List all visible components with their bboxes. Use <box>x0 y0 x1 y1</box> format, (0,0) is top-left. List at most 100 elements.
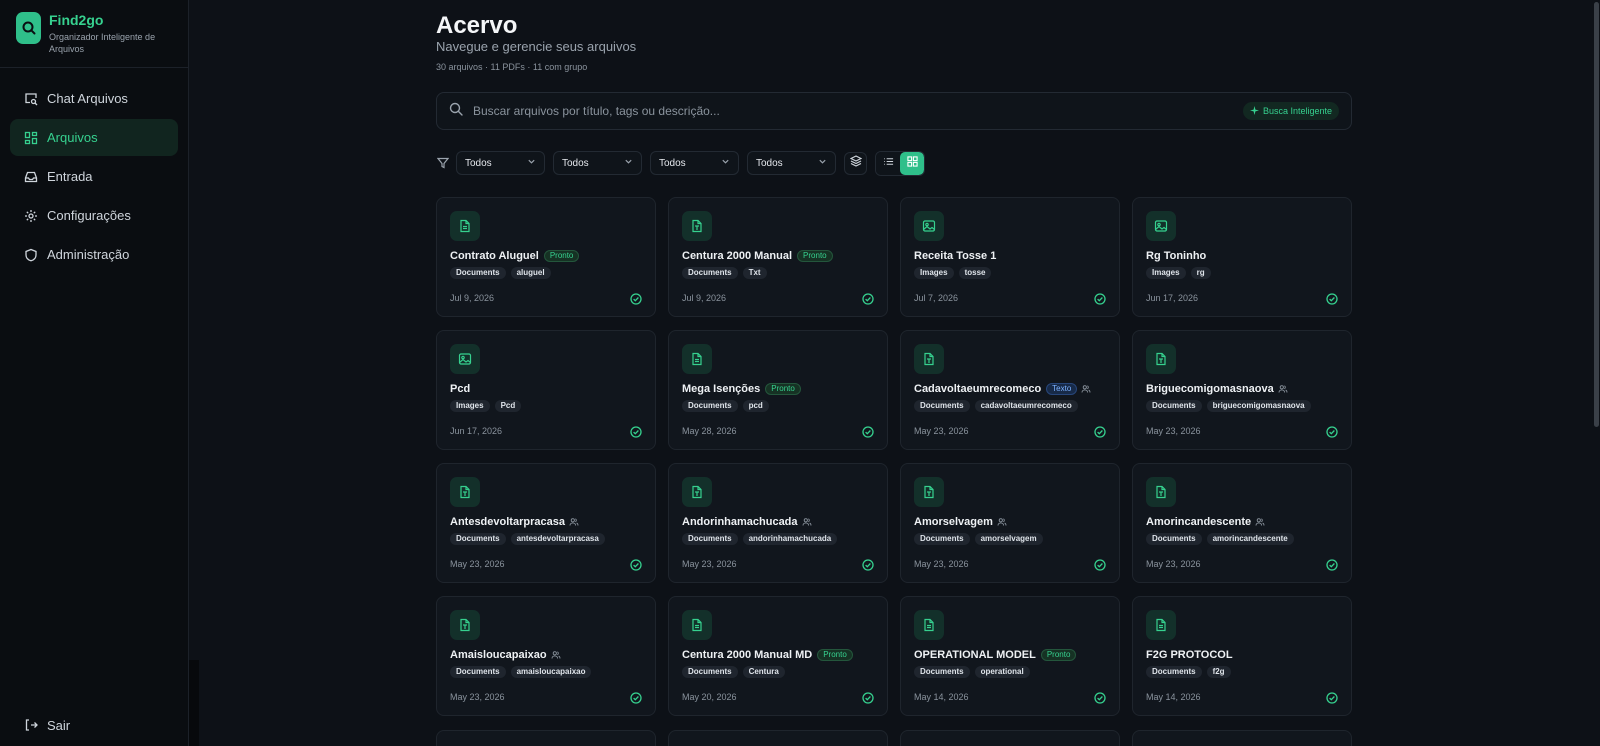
sidebar-item-chat-arquivos[interactable]: Chat Arquivos <box>10 80 178 117</box>
tag-chip[interactable]: Txt <box>742 267 767 279</box>
smart-search-button[interactable]: Busca Inteligente <box>1242 102 1339 120</box>
file-card-partial[interactable] <box>668 730 888 746</box>
card-tags: Documents pcd <box>682 400 874 412</box>
group-users-icon <box>1081 384 1091 394</box>
file-card[interactable]: Amorincandescente Documents amorincandesce… <box>1132 463 1352 583</box>
logout-button[interactable]: Sair <box>10 710 170 740</box>
file-card[interactable]: Amaisloucapaixao Documents amaisloucapaixa… <box>436 596 656 716</box>
tag-chip[interactable]: amorincandescente <box>1206 533 1294 545</box>
card-title: Receita Tosse 1 <box>914 250 997 262</box>
tag-chip[interactable]: Documents <box>1146 400 1202 412</box>
tag-chip[interactable]: Documents <box>682 400 738 412</box>
file-card[interactable]: Rg Toninho Images rg Jun 17, 2026 <box>1132 197 1352 317</box>
file-card[interactable]: Amorselvagem Documents amorselvagem May 23,… <box>900 463 1120 583</box>
file-card[interactable]: Receita Tosse 1 Images tosse Jul 7, 2026 <box>900 197 1120 317</box>
tag-chip[interactable]: aluguel <box>510 267 551 279</box>
file-card[interactable]: Pcd Images Pcd Jun 17, 2026 <box>436 330 656 450</box>
tag-chip[interactable]: Images <box>914 267 954 279</box>
file-card[interactable]: Centura 2000 Manual Pronto Documents Txt Jul… <box>668 197 888 317</box>
tag-chip[interactable]: Documents <box>682 533 738 545</box>
file-card[interactable]: Antesdevoltarpracasa Documents antesdevolt… <box>436 463 656 583</box>
sidebar-item-entrada[interactable]: Entrada <box>10 158 178 195</box>
card-title-row: Receita Tosse 1 <box>914 248 1106 264</box>
tag-chip[interactable]: pcd <box>742 400 769 412</box>
card-tags: Documents cadavoltaeumrecomeco <box>914 400 1106 412</box>
file-card-partial[interactable] <box>436 730 656 746</box>
tag-chip[interactable]: Documents <box>914 533 970 545</box>
sparkle-icon <box>1249 105 1259 117</box>
card-title-row: Cadavoltaeumrecomeco Texto <box>914 381 1106 397</box>
check-circle-icon <box>1325 292 1338 305</box>
file-card[interactable]: Andorinhamachucada Documents andorinhamach… <box>668 463 888 583</box>
tag-chip[interactable]: Pcd <box>494 400 522 412</box>
file-card[interactable]: F2G PROTOCOL Documents f2g May 14, 2026 <box>1132 596 1352 716</box>
tag-chip[interactable]: briguecomigomasnaova <box>1206 400 1311 412</box>
card-date: May 23, 2026 <box>914 426 969 436</box>
card-title-row: Rg Toninho <box>1146 248 1338 264</box>
card-date: May 23, 2026 <box>1146 559 1201 569</box>
check-circle-icon <box>861 425 874 438</box>
document-file-icon <box>682 344 712 374</box>
file-card-partial[interactable] <box>900 730 1120 746</box>
page-title: Acervo <box>436 12 518 39</box>
card-title: Briguecomigomasnaova <box>1146 383 1274 395</box>
sidebar-item-arquivos[interactable]: Arquivos <box>10 119 178 156</box>
filter-select[interactable]: Todos <box>650 151 739 175</box>
tag-chip[interactable]: Centura <box>742 666 785 678</box>
tag-chip[interactable]: tosse <box>958 267 992 279</box>
tag-chip[interactable]: Documents <box>450 533 506 545</box>
search-input[interactable] <box>473 104 1243 118</box>
tag-chip[interactable]: Documents <box>914 400 970 412</box>
tag-chip[interactable]: Documents <box>1146 666 1202 678</box>
tag-chip[interactable]: operational <box>974 666 1030 678</box>
view-toggle <box>875 150 925 176</box>
sidebar-item-configuracoes[interactable]: Configurações <box>10 197 178 234</box>
tag-chip[interactable]: Images <box>1146 267 1186 279</box>
status-badge: Pronto <box>765 383 801 395</box>
filter-select-value: Todos <box>562 157 589 169</box>
image-file-icon <box>450 344 480 374</box>
tag-chip[interactable]: Documents <box>914 666 970 678</box>
scrollbar-thumb[interactable] <box>1594 2 1599 427</box>
tag-chip[interactable]: Images <box>450 400 490 412</box>
grid-icon <box>906 154 918 172</box>
file-card[interactable]: Cadavoltaeumrecomeco Texto Documents cadavo… <box>900 330 1120 450</box>
tag-chip[interactable]: Documents <box>1146 533 1202 545</box>
filter-select-value: Todos <box>756 157 783 169</box>
tag-chip[interactable]: cadavoltaeumrecomeco <box>974 400 1078 412</box>
file-card[interactable]: Contrato Aluguel Pronto Documents aluguel Ju… <box>436 197 656 317</box>
card-tags: Images tosse <box>914 267 1106 279</box>
grid-view-button[interactable] <box>900 151 924 175</box>
filter-select[interactable]: Todos <box>553 151 642 175</box>
tag-chip[interactable]: amorselvagem <box>974 533 1043 545</box>
card-tags: Documents operational <box>914 666 1106 678</box>
page-scrollbar[interactable] <box>1592 0 1600 746</box>
text-file-icon <box>450 477 480 507</box>
tag-chip[interactable]: andorinhamachucada <box>742 533 838 545</box>
group-toggle-button[interactable] <box>844 151 867 175</box>
tag-chip[interactable]: rg <box>1190 267 1211 279</box>
card-title: Mega Isenções <box>682 383 761 395</box>
card-title: Pcd <box>450 383 471 395</box>
sidebar-item-label: Chat Arquivos <box>47 91 128 106</box>
tag-chip[interactable]: f2g <box>1206 666 1231 678</box>
tag-chip[interactable]: Documents <box>450 267 506 279</box>
file-card[interactable]: OPERATIONAL MODEL Pronto Documents operatio… <box>900 596 1120 716</box>
file-card[interactable]: Mega Isenções Pronto Documents pcd May 28, 2… <box>668 330 888 450</box>
sidebar-item-administracao[interactable]: Administração <box>10 236 178 273</box>
check-circle-icon <box>861 558 874 571</box>
tag-chip[interactable]: Documents <box>450 666 506 678</box>
tag-chip[interactable]: Documents <box>682 267 738 279</box>
tag-chip[interactable]: Documents <box>682 666 738 678</box>
filter-select[interactable]: Todos <box>456 151 545 175</box>
chevron-down-icon <box>818 157 827 169</box>
file-card[interactable]: Briguecomigomasnaova Documents briguecomig… <box>1132 330 1352 450</box>
card-title-row: Centura 2000 Manual MD Pronto <box>682 647 874 663</box>
filter-select[interactable]: Todos <box>747 151 836 175</box>
tag-chip[interactable]: amaisloucapaixao <box>510 666 592 678</box>
tag-chip[interactable]: antesdevoltarpracasa <box>510 533 605 545</box>
list-view-button[interactable] <box>876 151 900 175</box>
file-card[interactable]: Centura 2000 Manual MD Pronto Documents Cen… <box>668 596 888 716</box>
group-users-icon <box>551 650 561 660</box>
file-card-partial[interactable] <box>1132 730 1352 746</box>
